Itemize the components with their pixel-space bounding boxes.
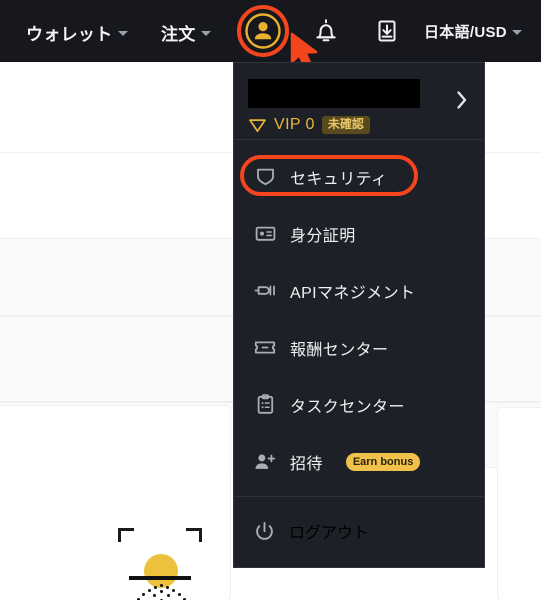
nav-orders-label: 注文 bbox=[161, 25, 196, 44]
top-navigation-bar: ウォレット 注文 日本語/USD bbox=[0, 0, 541, 62]
horizon-bar-icon bbox=[129, 576, 191, 580]
chevron-down-icon bbox=[117, 31, 128, 36]
clipboard-icon bbox=[254, 394, 276, 416]
username-redacted-bar bbox=[248, 79, 420, 108]
nav-item-orders[interactable]: 注文 bbox=[161, 20, 211, 45]
language-currency-label: 日本語/USD bbox=[424, 24, 507, 41]
verification-status-badge: 未確認 bbox=[321, 116, 370, 135]
shield-icon bbox=[254, 166, 276, 188]
logout-section: ログアウト bbox=[234, 497, 484, 559]
download-app-button[interactable] bbox=[370, 14, 404, 48]
menu-item-label: タスクセンター bbox=[290, 398, 405, 416]
menu-item-logout[interactable]: ログアウト bbox=[234, 503, 484, 559]
profile-summary-row[interactable]: VIP 0 未確認 bbox=[234, 63, 484, 139]
user-plus-icon bbox=[254, 451, 276, 473]
power-icon bbox=[254, 521, 275, 542]
vip-status-row: VIP 0 未確認 bbox=[248, 116, 470, 135]
menu-item-label: 身分証明 bbox=[290, 227, 356, 245]
download-app-icon bbox=[378, 20, 396, 42]
chevron-down-icon bbox=[511, 30, 522, 35]
chevron-right-icon[interactable] bbox=[454, 89, 470, 111]
menu-item-label: 招待 bbox=[290, 455, 323, 473]
app-root: ウォレット 注文 日本語/USD VIP 0 未確認 セキュリティ 身分証明 A… bbox=[0, 0, 541, 600]
empty-state-illustration bbox=[112, 528, 208, 600]
dotted-arc-icon bbox=[126, 581, 194, 600]
user-avatar-icon bbox=[245, 13, 281, 49]
menu-item-label: ログアウト bbox=[289, 525, 370, 542]
language-currency-selector[interactable]: 日本語/USD bbox=[424, 21, 522, 42]
nav-wallet-label: ウォレット bbox=[26, 25, 113, 44]
diamond-icon bbox=[249, 118, 266, 132]
menu-item-rewards-center[interactable]: 報酬センター bbox=[234, 319, 484, 376]
chevron-down-icon bbox=[200, 31, 211, 36]
menu-item-label: セキュリティ bbox=[290, 170, 388, 188]
earn-bonus-badge: Earn bonus bbox=[345, 452, 421, 471]
user-account-dropdown: VIP 0 未確認 セキュリティ 身分証明 APIマネジメント 報酬センター タ… bbox=[233, 62, 485, 568]
nav-item-wallet[interactable]: ウォレット bbox=[26, 20, 128, 45]
menu-item-identity-verification[interactable]: 身分証明 bbox=[234, 205, 484, 262]
menu-item-label: APIマネジメント bbox=[290, 284, 416, 302]
menu-item-invite[interactable]: 招待 Earn bonus bbox=[234, 433, 484, 490]
menu-item-task-center[interactable]: タスクセンター bbox=[234, 376, 484, 433]
api-plug-icon bbox=[254, 280, 276, 302]
user-avatar-button[interactable] bbox=[243, 11, 283, 51]
id-card-icon bbox=[254, 223, 276, 245]
account-menu-list: セキュリティ 身分証明 APIマネジメント 報酬センター タスクセンター 招待 … bbox=[234, 140, 484, 496]
vip-level-label: VIP 0 bbox=[274, 116, 315, 134]
menu-item-label: 報酬センター bbox=[290, 341, 389, 359]
menu-item-security[interactable]: セキュリティ bbox=[234, 148, 484, 205]
bracket-top-right-icon bbox=[186, 528, 202, 542]
notification-bell-icon bbox=[316, 19, 336, 42]
bg-content-card bbox=[498, 408, 541, 600]
ticket-icon bbox=[254, 337, 276, 359]
bracket-top-left-icon bbox=[118, 528, 134, 542]
menu-item-api-management[interactable]: APIマネジメント bbox=[234, 262, 484, 319]
notifications-button[interactable] bbox=[309, 14, 343, 48]
